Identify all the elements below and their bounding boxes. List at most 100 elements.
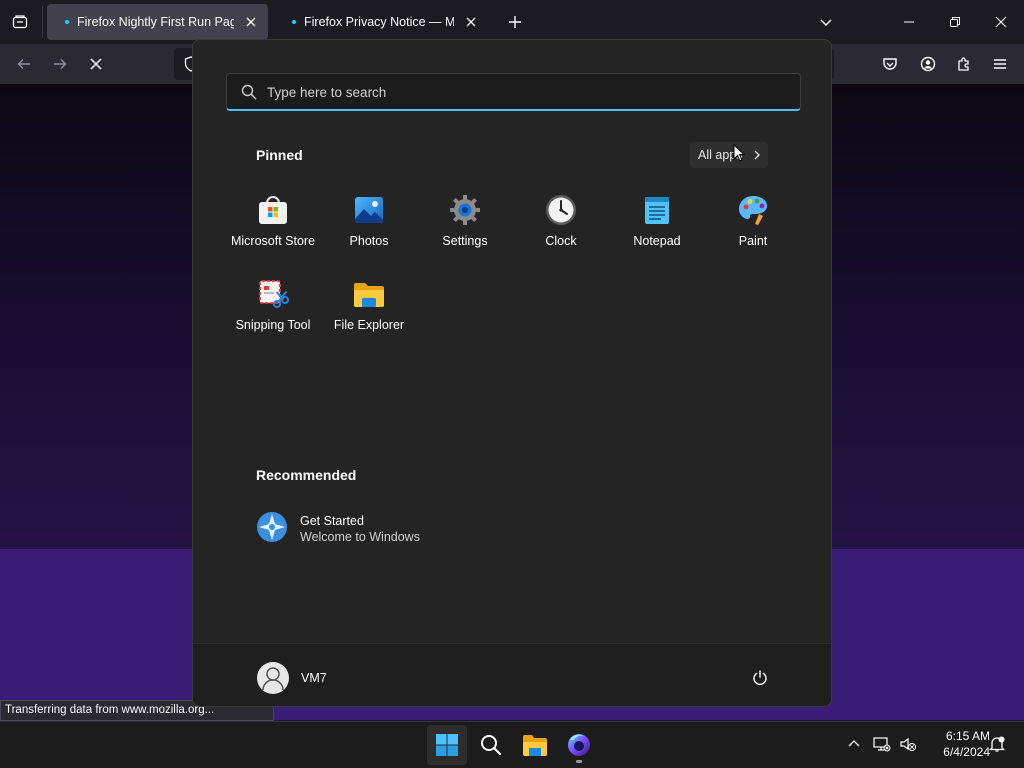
- tab-loading-dot-icon: [65, 20, 69, 24]
- app-name: Paint: [738, 234, 768, 248]
- windows-logo-icon: [436, 734, 458, 756]
- stop-x-icon: [90, 58, 102, 70]
- arrow-left-icon: [17, 59, 30, 69]
- account-button[interactable]: [916, 52, 940, 76]
- tab-bar: Firefox Nightly First Run Page Firefox P…: [0, 0, 1024, 44]
- photos-icon: [355, 197, 383, 223]
- firefox-nightly-icon: [568, 734, 590, 756]
- recommended-title: Recommended: [256, 467, 357, 483]
- search-icon: [241, 84, 257, 100]
- tab-close-button[interactable]: [462, 13, 480, 31]
- stop-loading-button[interactable]: [84, 52, 108, 76]
- tab-close-button[interactable]: [242, 13, 260, 31]
- pinned-app-clock[interactable]: Clock: [513, 184, 609, 262]
- pinned-app-photos[interactable]: Photos: [321, 184, 417, 262]
- hamburger-menu-icon: [994, 59, 1006, 69]
- network-icon: [873, 737, 891, 752]
- close-icon: [995, 16, 1007, 28]
- taskbar-search-button[interactable]: [471, 725, 511, 765]
- start-button[interactable]: [427, 725, 467, 765]
- app-name: Settings: [442, 234, 488, 248]
- close-icon: [246, 17, 256, 27]
- folder-icon: [523, 735, 547, 756]
- recommended-item-get-started[interactable]: Get Started Welcome to Windows: [249, 506, 529, 550]
- running-indicator: [576, 760, 582, 763]
- taskbar-clock[interactable]: 6:15 AM 6/4/2024: [922, 728, 990, 760]
- search-input[interactable]: [267, 74, 787, 110]
- close-icon: [466, 17, 476, 27]
- tab-title: Firefox Privacy Notice — Mozilla: [304, 15, 454, 29]
- minimize-button[interactable]: [895, 8, 923, 36]
- clock-date: 6/4/2024: [943, 745, 990, 759]
- tab-privacy-notice[interactable]: Firefox Privacy Notice — Mozilla: [274, 4, 488, 40]
- search-icon: [481, 735, 502, 756]
- app-name: Microsoft Store: [230, 234, 316, 248]
- snipping-tool-icon: [259, 280, 289, 308]
- tab-title: Firefox Nightly First Run Page: [77, 15, 234, 29]
- app-name: File Explorer: [333, 318, 405, 332]
- app-name: Clock: [545, 234, 577, 248]
- account-icon: [920, 56, 936, 72]
- pocket-icon: [883, 58, 897, 70]
- pinned-app-file-explorer[interactable]: File Explorer: [321, 268, 417, 346]
- restore-icon: [950, 17, 960, 27]
- pinned-app-notepad[interactable]: Notepad: [609, 184, 705, 262]
- forward-button[interactable]: [48, 52, 72, 76]
- settings-gear-icon: [450, 195, 480, 225]
- chevron-right-icon: [754, 150, 760, 160]
- power-button[interactable]: [746, 664, 774, 692]
- pocket-button[interactable]: [878, 52, 902, 76]
- taskbar: 6:15 AM 6/4/2024: [0, 721, 1024, 768]
- volume-button[interactable]: [898, 734, 918, 754]
- app-name: Photos: [349, 234, 389, 248]
- firefox-view-button[interactable]: [8, 10, 32, 34]
- volume-muted-icon: [900, 737, 916, 751]
- firefox-view-icon: [12, 15, 28, 29]
- folder-icon: [354, 283, 384, 307]
- notification-bell-icon: [988, 736, 1006, 752]
- pinned-app-settings[interactable]: Settings: [417, 184, 513, 262]
- new-tab-button[interactable]: [503, 10, 527, 34]
- back-button[interactable]: [12, 52, 36, 76]
- pinned-title: Pinned: [256, 147, 303, 163]
- recommended-subtitle-text: Welcome to Windows: [300, 530, 420, 544]
- notifications-button[interactable]: [987, 734, 1007, 754]
- user-icon: [262, 667, 284, 691]
- taskbar-firefox-nightly[interactable]: [559, 725, 599, 765]
- paint-palette-icon: [739, 196, 767, 225]
- arrow-right-icon: [54, 59, 67, 69]
- power-icon: [753, 670, 767, 685]
- tab-separator: [42, 6, 43, 38]
- avatar: [257, 662, 289, 694]
- plus-icon: [509, 16, 521, 28]
- start-menu: Pinned All apps Microsoft Store Photos: [192, 39, 832, 707]
- pinned-app-microsoft-store[interactable]: Microsoft Store: [225, 184, 321, 262]
- show-hidden-icons-button[interactable]: [844, 734, 864, 754]
- app-name: Snipping Tool: [235, 318, 311, 332]
- recommended-title-text: Get Started: [300, 514, 364, 528]
- clock-icon: [546, 195, 576, 225]
- notepad-icon: [645, 197, 669, 224]
- mouse-cursor-icon: [733, 144, 745, 162]
- list-all-tabs-button[interactable]: [814, 10, 838, 34]
- taskbar-file-explorer[interactable]: [515, 725, 555, 765]
- network-status-button[interactable]: [872, 734, 892, 754]
- close-window-button[interactable]: [987, 8, 1015, 36]
- clock-time: 6:15 AM: [945, 729, 990, 743]
- all-apps-button[interactable]: All apps: [690, 142, 768, 168]
- chevron-down-icon: [820, 19, 832, 26]
- app-name: Notepad: [633, 234, 681, 248]
- restore-button[interactable]: [941, 8, 969, 36]
- microsoft-store-icon: [259, 196, 287, 224]
- puzzle-icon: [958, 57, 969, 71]
- start-search-box[interactable]: [226, 73, 801, 111]
- pinned-app-paint[interactable]: Paint: [705, 184, 801, 262]
- tab-firefox-first-run[interactable]: Firefox Nightly First Run Page: [47, 4, 268, 40]
- minimize-icon: [904, 21, 914, 23]
- pinned-app-snipping-tool[interactable]: Snipping Tool: [225, 268, 321, 346]
- get-started-icon: [257, 512, 287, 542]
- extensions-button[interactable]: [952, 52, 976, 76]
- app-menu-button[interactable]: [988, 52, 1012, 76]
- tab-loading-dot-icon: [292, 20, 296, 24]
- user-name: VM7: [301, 671, 327, 685]
